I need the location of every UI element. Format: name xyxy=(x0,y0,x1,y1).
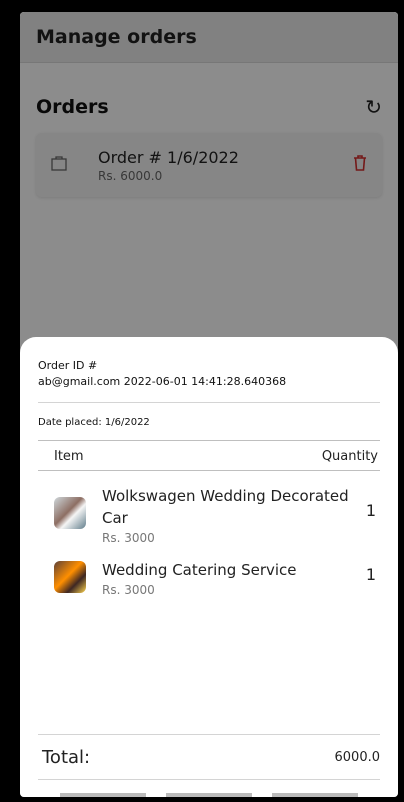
app-screen: Manage orders Orders ↻ Order # 1/6/2022 … xyxy=(20,12,398,797)
order-id-label: Order ID # xyxy=(38,359,98,372)
total-label: Total: xyxy=(42,746,91,768)
divider xyxy=(38,402,380,403)
item-quantity: 1 xyxy=(365,501,376,520)
item-thumbnail xyxy=(54,497,86,529)
total-value: 6000.0 xyxy=(334,749,381,765)
items-table-header: Item Quantity xyxy=(38,440,380,471)
item-quantity: 1 xyxy=(365,565,376,584)
system-nav-bar xyxy=(60,793,358,797)
column-item: Item xyxy=(54,449,84,464)
item-name: Wedding Catering Service xyxy=(102,561,297,579)
list-item: Wedding Catering Service Rs. 3000 1 xyxy=(38,559,380,597)
column-quantity: Quantity xyxy=(321,449,378,464)
order-id-value: ab@gmail.com 2022-06-01 14:41:28.640368 xyxy=(38,375,287,388)
item-price: Rs. 3000 xyxy=(102,531,155,545)
item-price: Rs. 3000 xyxy=(102,583,155,597)
list-item: Wolkswagen Wedding Decorated Car Rs. 300… xyxy=(38,485,380,545)
item-thumbnail xyxy=(54,561,86,593)
total-row: Total: 6000.0 xyxy=(38,734,380,780)
item-name: Wolkswagen Wedding Decorated Car xyxy=(102,487,349,527)
date-placed: Date placed: 1/6/2022 xyxy=(38,417,150,428)
order-details-sheet: Order ID # ab@gmail.com 2022-06-01 14:41… xyxy=(20,337,398,797)
